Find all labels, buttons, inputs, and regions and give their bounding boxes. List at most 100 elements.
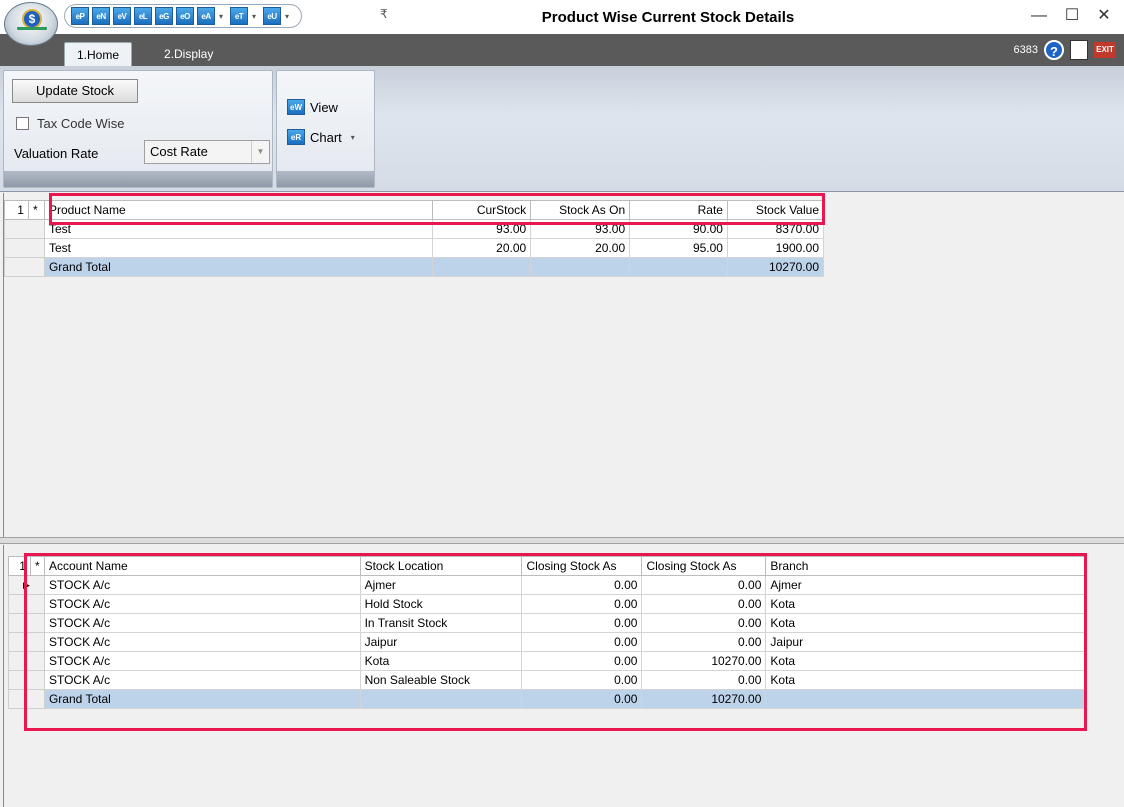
cur-stock-cell[interactable]: 93.00 [432,219,532,239]
closing-stock-cell[interactable]: 0.00 [641,670,767,690]
row-header[interactable] [4,238,45,258]
column-header-stock-as-on[interactable]: Stock As On [530,200,631,220]
chevron-down-icon[interactable]: ▾ [252,12,256,21]
row-header[interactable] [4,219,45,239]
chart-button[interactable]: eR Chart ▾ [287,129,355,145]
qat-button-ev[interactable]: eV [113,7,131,25]
chevron-down-icon[interactable]: ▾ [351,133,355,142]
closing-stock-cell[interactable]: 0.00 [641,632,767,652]
column-header-closing-stock-as[interactable]: Closing Stock As [641,556,767,576]
table-row[interactable]: Test 93.00 93.00 90.00 8370.00 [4,219,825,239]
row-header[interactable] [8,594,45,614]
column-header-stock-value[interactable]: Stock Value [726,200,825,220]
column-header-product-name[interactable]: Product Name [43,200,434,220]
column-header-account-name[interactable]: Account Name [43,556,361,576]
qat-button-ea[interactable]: eA [197,7,215,25]
column-header-stock-location[interactable]: Stock Location [359,556,523,576]
document-icon[interactable] [1070,40,1088,60]
close-button[interactable]: ✕ [1090,4,1118,28]
closing-stock-cell[interactable]: 0.00 [521,651,643,671]
row-header[interactable] [8,689,45,709]
product-name-cell[interactable]: Test [43,238,434,258]
closing-stock-cell[interactable]: 0.00 [521,575,643,595]
stock-location-cell[interactable]: Hold Stock [359,594,523,614]
chevron-down-icon[interactable]: ▾ [285,12,289,21]
stock-location-cell[interactable]: In Transit Stock [359,613,523,633]
table-row[interactable]: STOCK A/c In Transit Stock 0.00 0.00 Kot… [8,613,1086,633]
branch-cell[interactable]: Kota [765,594,1086,614]
stock-location-cell[interactable]: Kota [359,651,523,671]
account-name-cell[interactable]: STOCK A/c [43,651,361,671]
table-row[interactable]: ▶ STOCK A/c Ajmer 0.00 0.00 Ajmer [8,575,1086,595]
table-row[interactable]: STOCK A/c Kota 0.00 10270.00 Kota [8,651,1086,671]
app-logo[interactable]: $ [4,2,58,46]
maximize-button[interactable]: ☐ [1058,4,1086,28]
help-icon[interactable]: ? [1044,40,1064,60]
qat-button-el[interactable]: eL [134,7,152,25]
branch-cell[interactable]: Kota [765,670,1086,690]
product-name-cell[interactable]: Test [43,219,434,239]
closing-stock-cell[interactable]: 0.00 [641,613,767,633]
table-row[interactable]: Test 20.00 20.00 95.00 1900.00 [4,238,825,258]
tab-home[interactable]: 1.Home [64,42,133,66]
qat-button-ep[interactable]: eP [71,7,89,25]
closing-stock-cell[interactable]: 0.00 [521,613,643,633]
tax-code-wise-checkbox[interactable] [16,117,29,130]
column-header-cur-stock[interactable]: CurStock [432,200,532,220]
branch-cell[interactable]: Jaipur [765,632,1086,652]
stock-location-cell[interactable]: Ajmer [359,575,523,595]
closing-stock-cell[interactable]: 0.00 [641,575,767,595]
stock-location-cell[interactable]: Non Saleable Stock [359,670,523,690]
row-header[interactable] [8,670,45,690]
stock-as-on-cell[interactable]: 93.00 [530,219,631,239]
exit-icon[interactable]: EXIT [1094,42,1116,58]
table-row[interactable]: STOCK A/c Hold Stock 0.00 0.00 Kota [8,594,1086,614]
grand-total-row[interactable]: Grand Total 10270.00 [4,257,825,277]
closing-stock-cell[interactable]: 10270.00 [641,651,767,671]
closing-stock-cell[interactable]: 0.00 [521,594,643,614]
qat-button-eo[interactable]: eO [176,7,194,25]
update-stock-button[interactable]: Update Stock [12,79,138,103]
stock-as-on-cell[interactable]: 20.00 [530,238,631,258]
column-header-branch[interactable]: Branch [765,556,1086,576]
view-button[interactable]: eW View [287,99,338,115]
account-name-cell[interactable]: STOCK A/c [43,632,361,652]
tab-display[interactable]: 2.Display [152,42,225,66]
minimize-button[interactable]: — [1025,4,1053,28]
row-header[interactable] [8,651,45,671]
valuation-rate-select[interactable]: Cost Rate ▼ [144,140,270,164]
closing-stock-cell[interactable]: 0.00 [641,594,767,614]
cur-stock-cell[interactable]: 20.00 [432,238,532,258]
account-name-cell[interactable]: STOCK A/c [43,575,361,595]
row-header[interactable] [4,257,45,277]
table-row[interactable]: STOCK A/c Jaipur 0.00 0.00 Jaipur [8,632,1086,652]
branch-cell[interactable]: Kota [765,651,1086,671]
rate-cell[interactable]: 90.00 [629,219,728,239]
branch-cell[interactable]: Ajmer [765,575,1086,595]
closing-stock-cell[interactable]: 0.00 [521,670,643,690]
column-header-closing-stock-as[interactable]: Closing Stock As [521,556,643,576]
stock-value-cell[interactable]: 1900.00 [726,238,825,258]
qat-button-et[interactable]: eT [230,7,249,25]
account-name-cell[interactable]: STOCK A/c [43,594,361,614]
account-name-cell[interactable]: STOCK A/c [43,670,361,690]
qat-button-eu[interactable]: eU [263,7,282,25]
closing-stock-cell[interactable]: 0.00 [521,632,643,652]
row-header[interactable] [8,613,45,633]
pane-splitter[interactable] [0,537,1124,544]
qat-button-en[interactable]: eN [92,7,110,25]
stock-value-cell[interactable]: 8370.00 [726,219,825,239]
current-row-arrow-icon[interactable]: ▶ [8,575,45,595]
table-row[interactable]: STOCK A/c Non Saleable Stock 0.00 0.00 K… [8,670,1086,690]
rate-cell[interactable]: 95.00 [629,238,728,258]
account-name-cell[interactable]: STOCK A/c [43,613,361,633]
chevron-down-icon[interactable]: ▼ [251,141,269,163]
customize-qat-icon[interactable]: ₹ [380,7,388,21]
stock-location-cell[interactable]: Jaipur [359,632,523,652]
column-header-rate[interactable]: Rate [629,200,728,220]
row-header[interactable] [8,632,45,652]
grand-total-row[interactable]: Grand Total 0.00 10270.00 [8,689,1086,709]
chevron-down-icon[interactable]: ▾ [219,12,223,21]
branch-cell[interactable]: Kota [765,613,1086,633]
qat-button-eg[interactable]: eG [155,7,173,25]
